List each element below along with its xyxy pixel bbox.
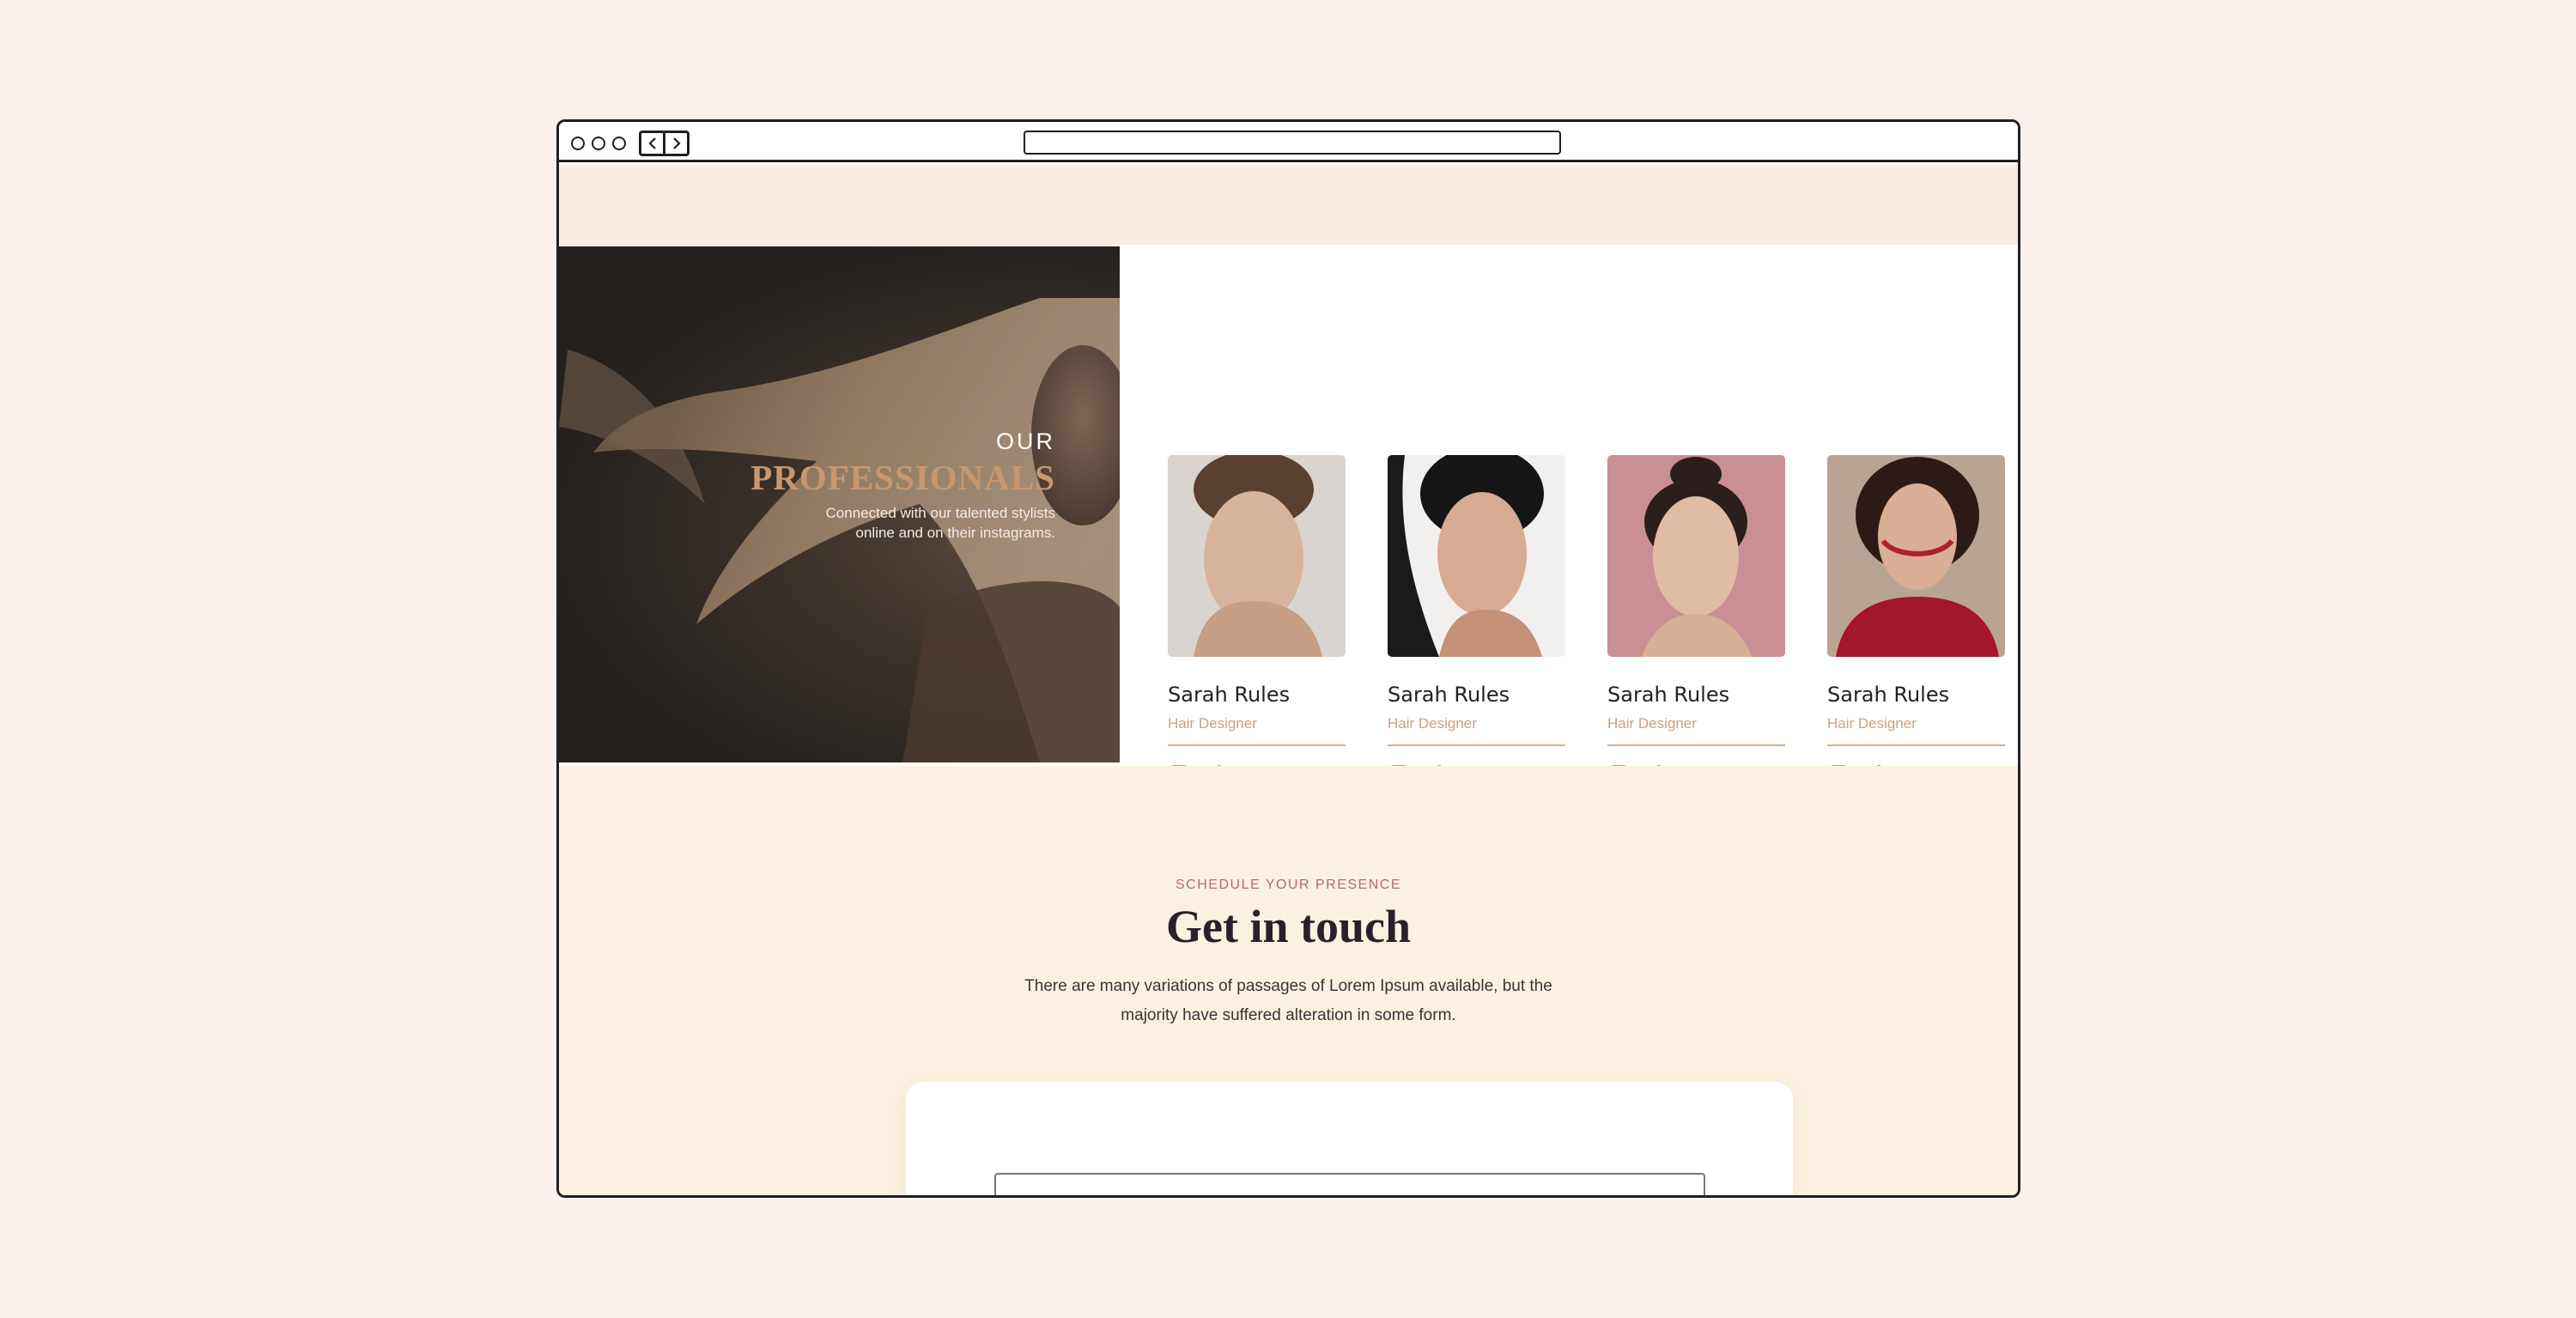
stylist-role: Hair Designer	[1827, 715, 1917, 732]
hero-subtitle: Connected with our talented stylists onl…	[825, 505, 1055, 541]
stylist-card: Sarah Rules Hair Designer	[1607, 455, 1785, 787]
stylist-portrait	[1827, 455, 2005, 657]
chevron-right-icon	[672, 137, 681, 149]
header-band	[559, 165, 2018, 245]
form-input-field[interactable]	[994, 1173, 1705, 1195]
stylist-portrait	[1168, 455, 1346, 657]
stylist-role: Hair Designer	[1607, 715, 1697, 732]
stylist-photo	[1827, 455, 2005, 657]
contact-form-card	[906, 1082, 1793, 1195]
divider	[1168, 744, 1346, 746]
divider	[1607, 744, 1785, 746]
stylist-photo	[1168, 455, 1346, 657]
hero-text-block: OUR PROFESSIONALS Connected with our tal…	[750, 428, 1055, 543]
browser-window: OUR PROFESSIONALS Connected with our tal…	[556, 119, 2020, 1198]
window-maximize-dot[interactable]	[612, 137, 626, 150]
chevron-left-icon	[647, 137, 656, 149]
nav-buttons	[639, 131, 690, 156]
stylist-name: Sarah Rules	[1388, 683, 1510, 707]
address-bar[interactable]	[1024, 131, 1561, 155]
hero-kicker: OUR	[996, 428, 1055, 454]
stylist-card: Sarah Rules Hair Designer	[1168, 455, 1346, 787]
window-minimize-dot[interactable]	[592, 137, 605, 150]
forward-button[interactable]	[663, 133, 687, 154]
hero-title: PROFESSIONALS	[750, 458, 1055, 497]
stylist-card: Sarah Rules Hair Designer	[1388, 455, 1565, 787]
stylist-card: Sarah Rules Hair Designer	[1827, 455, 2005, 787]
stylist-name: Sarah Rules	[1827, 683, 1950, 707]
window-close-dot[interactable]	[571, 137, 585, 150]
contact-lead: There are many variations of passages of…	[1024, 977, 1552, 1024]
contact-eyebrow: SCHEDULE YOUR PRESENCE	[1176, 878, 1401, 892]
back-button[interactable]	[641, 133, 663, 154]
stylist-name: Sarah Rules	[1168, 683, 1291, 707]
stylist-photo	[1388, 455, 1565, 657]
professionals-hero: OUR PROFESSIONALS Connected with our tal…	[559, 246, 1120, 762]
stylist-photo	[1607, 455, 1785, 657]
divider	[1827, 744, 2005, 746]
stylist-name: Sarah Rules	[1607, 683, 1730, 707]
stylist-portrait	[1388, 455, 1565, 657]
stylist-portrait	[1607, 455, 1785, 657]
team-grid: Sarah Rules Hair Designer Sarah Rules Ha…	[1120, 246, 2018, 787]
stylist-role: Hair Designer	[1388, 715, 1477, 732]
stylist-role: Hair Designer	[1168, 715, 1257, 732]
browser-toolbar	[559, 122, 2018, 162]
contact-headline: Get in touch	[1165, 901, 1411, 952]
divider	[1388, 744, 1565, 746]
